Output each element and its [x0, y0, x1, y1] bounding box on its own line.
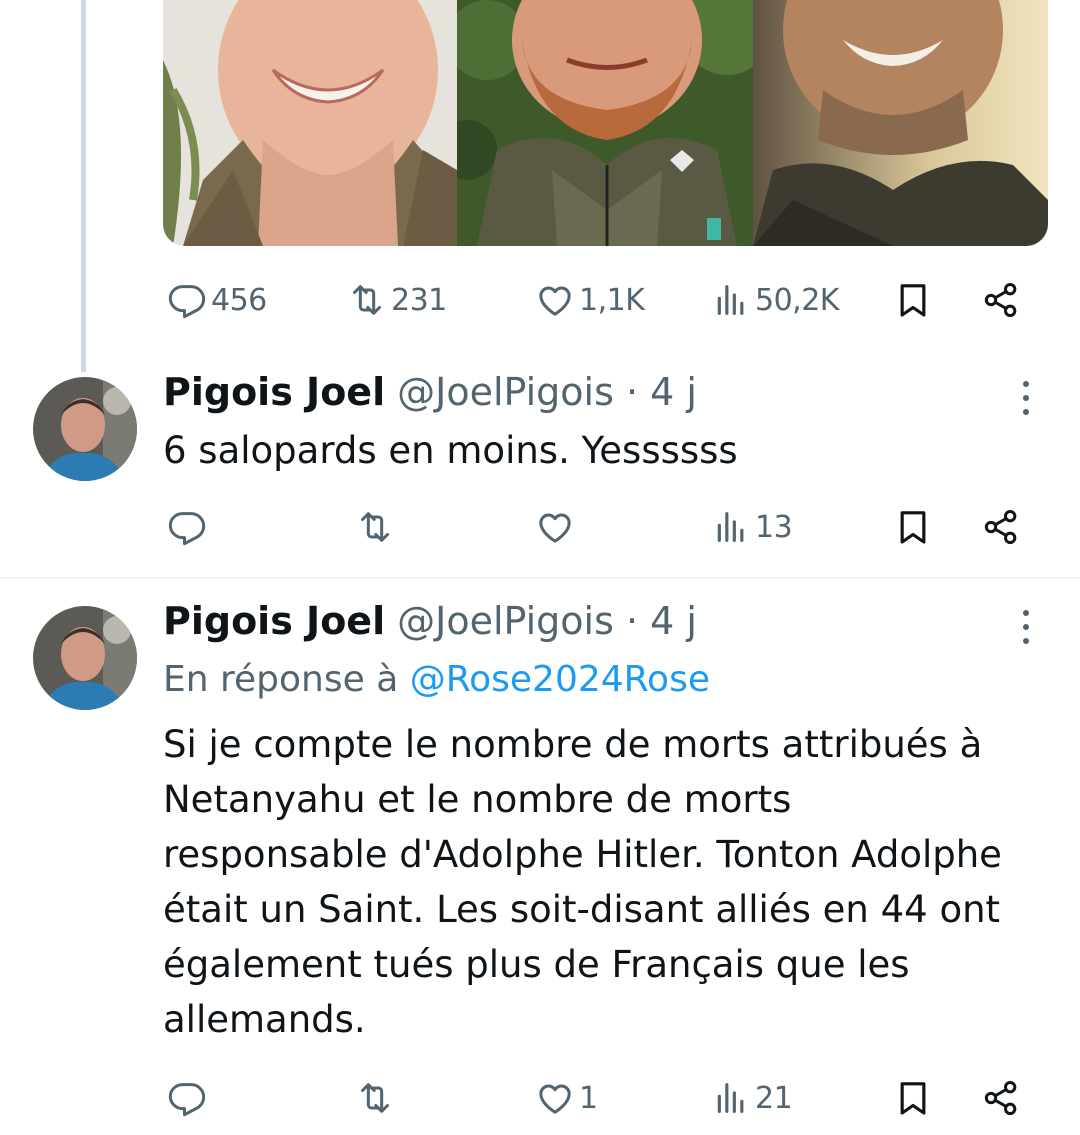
mention-link[interactable]: @Rose2024Rose: [410, 659, 710, 700]
views-icon: [711, 507, 751, 547]
like-button[interactable]: 1: [535, 1068, 598, 1128]
photo-3[interactable]: [753, 0, 1048, 246]
bookmark-button[interactable]: [893, 497, 933, 557]
like-icon: [535, 1078, 575, 1118]
more-button[interactable]: [1006, 607, 1046, 647]
more-button[interactable]: [1006, 378, 1046, 418]
reply-2-actions: 1 21: [163, 1068, 1033, 1128]
bookmark-icon: [893, 280, 933, 320]
reply-context: En réponse à @Rose2024Rose: [163, 659, 710, 700]
like-button[interactable]: [535, 497, 579, 557]
share-icon: [981, 507, 1021, 547]
reply-1-actions: 13: [163, 497, 1033, 557]
bookmark-icon: [893, 1078, 933, 1118]
like-button[interactable]: 1,1K: [535, 270, 645, 330]
retweet-icon: [355, 507, 395, 547]
views-button[interactable]: 50,2K: [711, 270, 839, 330]
views-button[interactable]: 21: [711, 1068, 793, 1128]
like-count: 1: [579, 1080, 598, 1116]
reply-icon: [167, 1078, 207, 1118]
retweet-icon: [347, 280, 387, 320]
reply-prefix: En réponse à: [163, 659, 410, 700]
display-name[interactable]: Pigois Joel: [163, 599, 385, 643]
like-icon: [535, 280, 575, 320]
views-icon: [711, 1078, 751, 1118]
retweet-button[interactable]: [355, 497, 399, 557]
share-button[interactable]: [981, 270, 1021, 330]
share-icon: [981, 1078, 1021, 1118]
tweet-text: Si je compte le nombre de morts attribué…: [163, 723, 1002, 1041]
bookmark-button[interactable]: [893, 1068, 933, 1128]
reply-icon: [167, 280, 207, 320]
reply-icon: [167, 507, 207, 547]
media-grid[interactable]: [163, 0, 1048, 246]
more-icon: [1006, 610, 1046, 651]
views-count: 13: [755, 509, 793, 545]
retweet-button[interactable]: 231: [347, 270, 447, 330]
tweet-header: Pigois Joel @JoelPigois · 4 j: [163, 370, 697, 420]
retweet-count: 231: [391, 282, 447, 318]
more-icon: [1006, 381, 1046, 422]
views-count: 21: [755, 1080, 793, 1116]
photo-1[interactable]: [163, 0, 457, 246]
bookmark-button[interactable]: [893, 270, 933, 330]
divider: [0, 577, 1080, 579]
retweet-icon: [355, 1078, 395, 1118]
bookmark-icon: [893, 507, 933, 547]
share-icon: [981, 280, 1021, 320]
share-button[interactable]: [981, 497, 1021, 557]
handle-and-time[interactable]: @JoelPigois · 4 j: [397, 599, 697, 643]
tweet-text: 6 salopards en moins. Yessssss: [163, 429, 738, 472]
reply-button[interactable]: [167, 1068, 211, 1128]
views-count: 50,2K: [755, 282, 839, 318]
tweet-header: Pigois Joel @JoelPigois · 4 j: [163, 599, 697, 649]
reply-button[interactable]: 456: [167, 270, 267, 330]
retweet-button[interactable]: [355, 1068, 399, 1128]
top-tweet-actions: 456 231 1,1K 50,2K: [163, 270, 1033, 330]
display-name[interactable]: Pigois Joel: [163, 370, 385, 414]
reply-count: 456: [211, 282, 267, 318]
share-button[interactable]: [981, 1068, 1021, 1128]
views-icon: [711, 280, 751, 320]
photo-2[interactable]: [457, 0, 753, 246]
avatar[interactable]: [33, 377, 137, 481]
reply-button[interactable]: [167, 497, 211, 557]
handle-and-time[interactable]: @JoelPigois · 4 j: [397, 370, 697, 414]
like-count: 1,1K: [579, 282, 645, 318]
views-button[interactable]: 13: [711, 497, 793, 557]
like-icon: [535, 507, 575, 547]
avatar[interactable]: [33, 606, 137, 710]
thread-line: [81, 0, 86, 372]
